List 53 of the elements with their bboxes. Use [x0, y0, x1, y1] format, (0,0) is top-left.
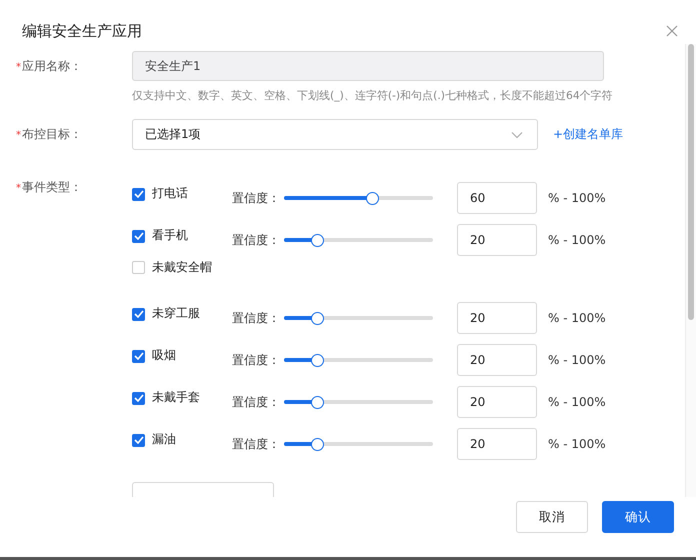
event-label: 未穿工服 — [152, 304, 201, 322]
cancel-button[interactable]: 取消 — [516, 501, 588, 533]
confidence-field[interactable]: 20 — [457, 224, 537, 256]
event-label: 漏油 — [152, 430, 177, 448]
checkbox[interactable] — [132, 261, 145, 274]
checkbox[interactable] — [132, 350, 145, 362]
confidence-label: 置信度： — [232, 310, 281, 326]
checkbox[interactable] — [132, 434, 145, 446]
range-text: % - 100% — [548, 311, 606, 325]
scrollbar-thumb[interactable] — [688, 44, 694, 320]
event-label: 吸烟 — [152, 346, 177, 364]
required-mark: * — [16, 183, 21, 194]
confidence-field[interactable]: 20 — [457, 386, 537, 418]
field-label: 应用名称： — [22, 59, 82, 73]
required-mark: * — [16, 130, 21, 141]
confidence-label: 置信度： — [232, 436, 281, 452]
confidence-label: 置信度： — [232, 232, 281, 248]
confidence-label: 置信度： — [232, 394, 281, 410]
event-label: 未戴手套 — [152, 388, 201, 406]
confidence-field[interactable]: 60 — [457, 182, 537, 214]
event-label: 打电话 — [152, 184, 189, 202]
confidence-label: 置信度： — [232, 352, 281, 368]
confidence-field[interactable]: 20 — [457, 344, 537, 376]
confidence-field[interactable]: 20 — [457, 302, 537, 334]
confidence-slider[interactable] — [284, 438, 433, 450]
field-label: 事件类型： — [22, 180, 82, 194]
event-label: 看手机 — [152, 226, 189, 244]
range-text: % - 100% — [548, 353, 606, 367]
create-list-link[interactable]: +创建名单库 — [553, 119, 624, 150]
required-mark: * — [16, 62, 21, 73]
confidence-slider[interactable] — [284, 192, 433, 204]
range-text: % - 100% — [548, 233, 606, 247]
confidence-slider[interactable] — [284, 234, 433, 246]
dialog-title: 编辑安全生产应用 — [22, 22, 142, 40]
range-text: % - 100% — [548, 191, 606, 205]
close-icon[interactable] — [666, 25, 678, 37]
chevron-down-icon — [511, 130, 523, 138]
checkbox[interactable] — [132, 392, 145, 404]
range-text: % - 100% — [548, 395, 606, 409]
event-label: 未戴安全帽 — [152, 259, 213, 276]
range-text: % - 100% — [548, 437, 606, 451]
confidence-label: 置信度： — [232, 190, 281, 206]
target-select[interactable]: 已选择1项 — [132, 119, 538, 150]
checkbox[interactable] — [132, 230, 145, 242]
hint-text: 仅支持中文、数字、英文、空格、下划线(_)、连字符(-)和句点(.)七种格式，长度不能超过64个字符 — [132, 89, 613, 103]
field-label: 布控目标： — [22, 127, 82, 141]
confidence-slider[interactable] — [284, 354, 433, 366]
confidence-slider[interactable] — [284, 396, 433, 408]
checkbox[interactable] — [132, 188, 145, 200]
checkbox[interactable] — [132, 308, 145, 320]
confirm-button[interactable]: 确认 — [602, 501, 674, 533]
confidence-field[interactable]: 20 — [457, 428, 537, 460]
confidence-slider[interactable] — [284, 312, 433, 324]
